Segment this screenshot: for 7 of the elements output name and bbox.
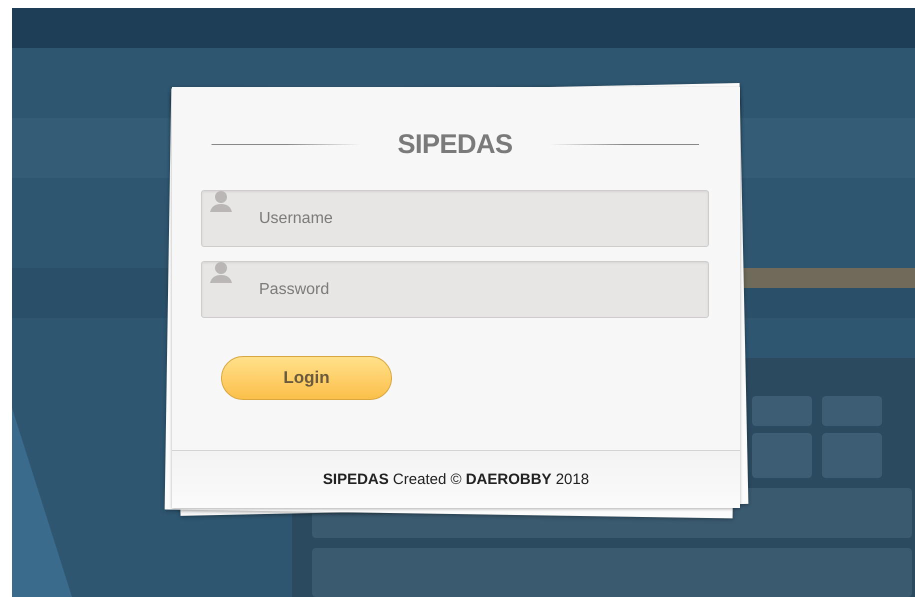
input-field[interactable]: Password xyxy=(201,261,709,318)
login-button[interactable]: Login xyxy=(221,356,392,400)
app-title: SIPEDAS xyxy=(397,129,513,160)
person-icon xyxy=(208,190,234,214)
footer-credit: SIPEDAS Created © DAEROBBY 2018 xyxy=(322,471,590,488)
input-field[interactable]: Username xyxy=(201,190,709,247)
person-icon xyxy=(208,261,234,285)
